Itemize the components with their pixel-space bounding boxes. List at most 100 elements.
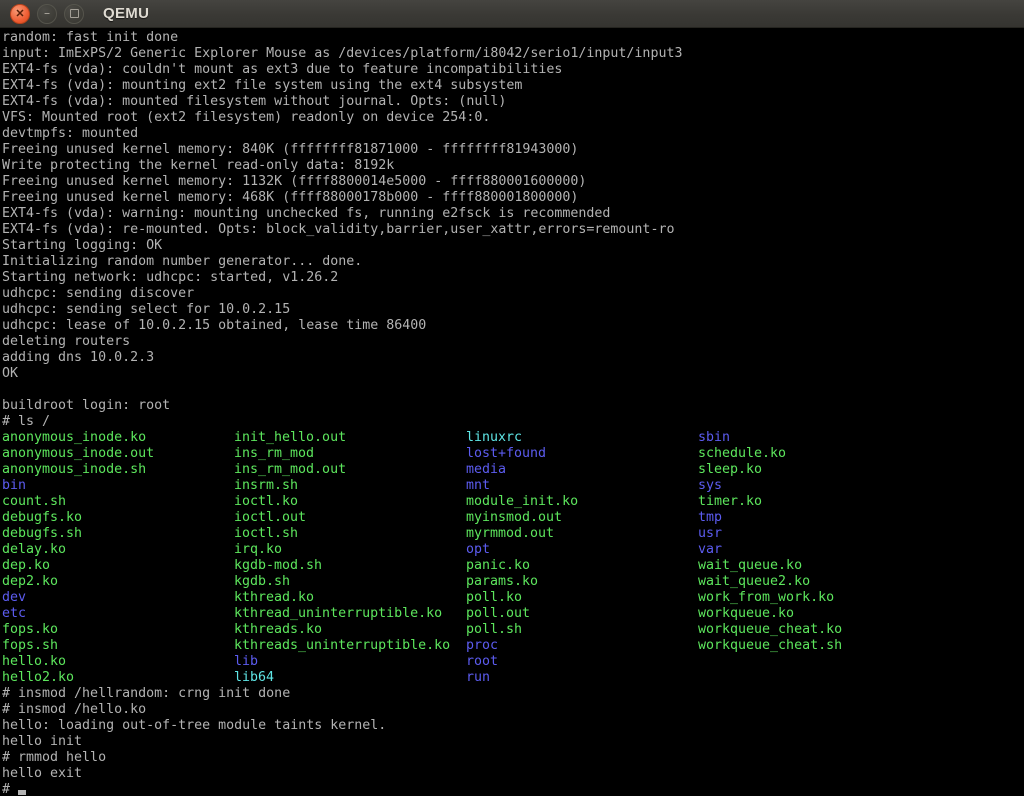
terminal-line: devtmpfs: mounted [2,126,1024,142]
ls-entry: dev [2,590,234,606]
ls-entry: mnt [466,478,698,494]
terminal-line: Write protecting the kernel read-only da… [2,158,1024,174]
ls-entry: work_from_work.ko [698,590,834,606]
terminal-line: # ls / [2,414,1024,430]
close-button[interactable]: ✕ [10,4,30,24]
terminal-line: EXT4-fs (vda): mounting ext2 file system… [2,78,1024,94]
terminal-line: debugfs.koioctl.outmyinsmod.outtmp [2,510,1024,526]
ls-entry: anonymous_inode.sh [2,462,234,478]
ls-entry: debugfs.ko [2,510,234,526]
terminal-line: random: fast init done [2,30,1024,46]
terminal-line: fops.kokthreads.kopoll.shworkqueue_cheat… [2,622,1024,638]
terminal-line: fops.shkthreads_uninterruptible.koprocwo… [2,638,1024,654]
terminal-line: buildroot login: root [2,398,1024,414]
terminal-line: udhcpc: lease of 10.0.2.15 obtained, lea… [2,318,1024,334]
ls-entry: kthread.ko [234,590,466,606]
close-icon: ✕ [15,9,24,19]
ls-entry: params.ko [466,574,698,590]
ls-entry: root [466,654,498,670]
terminal-line: Freeing unused kernel memory: 1132K (fff… [2,174,1024,190]
maximize-button[interactable] [64,4,84,24]
ls-entry: lib64 [234,670,466,686]
terminal-line [2,382,1024,398]
ls-entry: kgdb.sh [234,574,466,590]
terminal-line: anonymous_inode.shins_rm_mod.outmediasle… [2,462,1024,478]
terminal-line: EXT4-fs (vda): re-mounted. Opts: block_v… [2,222,1024,238]
prompt-line: # [2,782,1024,796]
terminal-line: bininsrm.shmntsys [2,478,1024,494]
ls-entry: irq.ko [234,542,466,558]
terminal-line: devkthread.kopoll.kowork_from_work.ko [2,590,1024,606]
shell-log: # insmod /hellrandom: crng init done# in… [2,686,1024,782]
shell-prompt: # [2,782,18,796]
ls-entry: poll.out [466,606,698,622]
terminal-line: VFS: Mounted root (ext2 filesystem) read… [2,110,1024,126]
ls-entry: init_hello.out [234,430,466,446]
ls-entry: fops.sh [2,638,234,654]
terminal-line: input: ImExPS/2 Generic Explorer Mouse a… [2,46,1024,62]
text-cursor [18,790,26,795]
terminal-line: hello2.kolib64run [2,670,1024,686]
ls-entry: run [466,670,490,686]
ls-entry: hello.ko [2,654,234,670]
boot-log: random: fast init doneinput: ImExPS/2 Ge… [2,30,1024,430]
ls-entry: workqueue.ko [698,606,794,622]
ls-entry: insrm.sh [234,478,466,494]
ls-entry: wait_queue.ko [698,558,802,574]
ls-entry: delay.ko [2,542,234,558]
qemu-window: ✕ – QEMU random: fast init doneinput: Im… [0,0,1024,796]
terminal-line: delay.koirq.kooptvar [2,542,1024,558]
terminal-screen[interactable]: random: fast init doneinput: ImExPS/2 Ge… [0,28,1024,796]
ls-entry: sys [698,478,722,494]
ls-entry: ins_rm_mod [234,446,466,462]
ls-entry: sbin [698,430,730,446]
ls-entry: usr [698,526,722,542]
terminal-line: hello exit [2,766,1024,782]
window-title: QEMU [103,5,149,22]
ls-entry: lib [234,654,466,670]
titlebar[interactable]: ✕ – QEMU [0,0,1024,28]
ls-entry: debugfs.sh [2,526,234,542]
ls-entry: myrmmod.out [466,526,698,542]
ls-entry: media [466,462,698,478]
ls-entry: ioctl.ko [234,494,466,510]
ls-entry: schedule.ko [698,446,786,462]
terminal-line: EXT4-fs (vda): mounted filesystem withou… [2,94,1024,110]
terminal-line: Freeing unused kernel memory: 840K (ffff… [2,142,1024,158]
ls-entry: poll.sh [466,622,698,638]
terminal-line: anonymous_inode.koinit_hello.outlinuxrcs… [2,430,1024,446]
ls-entry: poll.ko [466,590,698,606]
terminal-line: etckthread_uninterruptible.kopoll.outwor… [2,606,1024,622]
terminal-line: hello init [2,734,1024,750]
ls-entry: ins_rm_mod.out [234,462,466,478]
ls-entry: etc [2,606,234,622]
ls-entry: wait_queue2.ko [698,574,810,590]
terminal-line: Initializing random number generator... … [2,254,1024,270]
minimize-icon: – [44,9,50,19]
terminal-line: EXT4-fs (vda): couldn't mount as ext3 du… [2,62,1024,78]
ls-entry: ioctl.out [234,510,466,526]
ls-entry: kthreads.ko [234,622,466,638]
terminal-line: # insmod /hello.ko [2,702,1024,718]
maximize-icon [70,9,79,18]
terminal-line: EXT4-fs (vda): warning: mounting uncheck… [2,206,1024,222]
ls-entry: module_init.ko [466,494,698,510]
ls-entry: myinsmod.out [466,510,698,526]
ls-entry: linuxrc [466,430,698,446]
ls-entry: workqueue_cheat.ko [698,622,842,638]
ls-entry: ioctl.sh [234,526,466,542]
terminal-line: udhcpc: sending discover [2,286,1024,302]
ls-entry: bin [2,478,234,494]
terminal-line: # rmmod hello [2,750,1024,766]
terminal-line: count.shioctl.komodule_init.kotimer.ko [2,494,1024,510]
terminal-line: hello: loading out-of-tree module taints… [2,718,1024,734]
terminal-line: anonymous_inode.outins_rm_modlost+founds… [2,446,1024,462]
ls-entry: hello2.ko [2,670,234,686]
ls-entry: kgdb-mod.sh [234,558,466,574]
terminal-line: Freeing unused kernel memory: 468K (ffff… [2,190,1024,206]
ls-entry: proc [466,638,698,654]
terminal-line: dep.kokgdb-mod.shpanic.kowait_queue.ko [2,558,1024,574]
ls-entry: var [698,542,722,558]
terminal-line: debugfs.shioctl.shmyrmmod.outusr [2,526,1024,542]
minimize-button[interactable]: – [37,4,57,24]
